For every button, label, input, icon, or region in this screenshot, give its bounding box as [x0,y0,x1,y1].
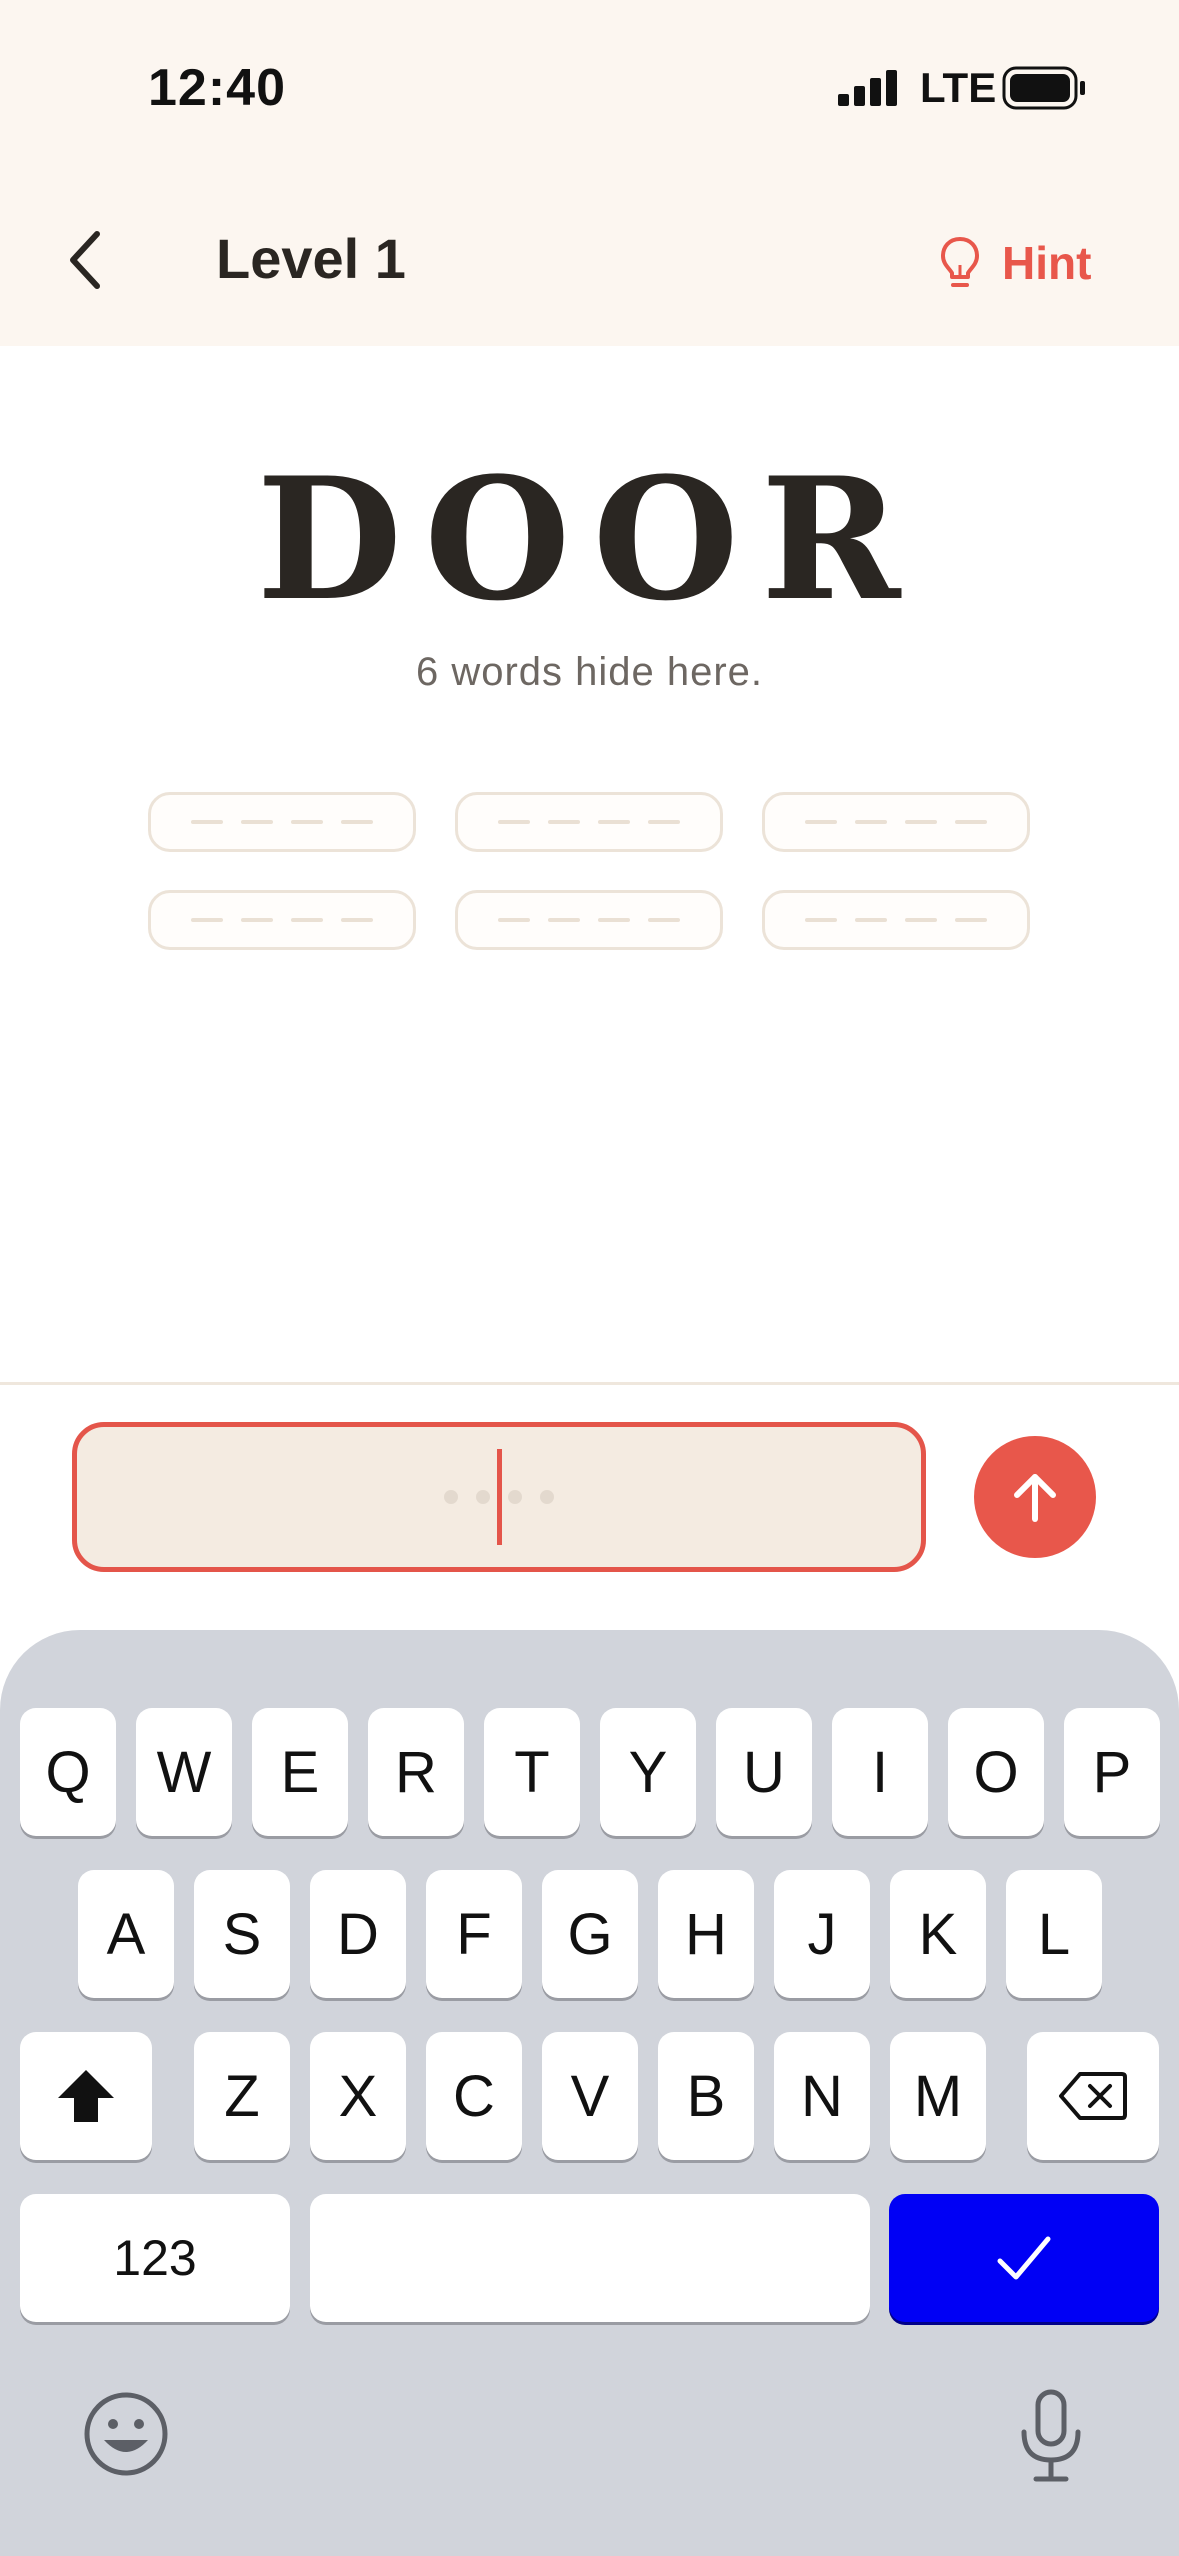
letter-placeholder [905,918,937,922]
letter-placeholder [291,918,323,922]
text-caret [497,1449,502,1545]
submit-button[interactable] [974,1436,1096,1558]
key-y[interactable]: Y [600,1708,696,1836]
key-w[interactable]: W [136,1708,232,1836]
numbers-key[interactable]: 123 [20,2194,290,2322]
key-z[interactable]: Z [194,2032,290,2160]
space-key[interactable] [310,2194,870,2322]
hint-label: Hint [1002,237,1092,289]
answer-slot [148,792,416,852]
key-l[interactable]: L [1006,1870,1102,1998]
key-s[interactable]: S [194,1870,290,1998]
key-v[interactable]: V [542,2032,638,2160]
key-p[interactable]: P [1064,1708,1160,1836]
letter-placeholder [498,918,530,922]
letter-placeholder [648,820,680,824]
letter-placeholder [648,918,680,922]
key-r[interactable]: R [368,1708,464,1836]
key-u[interactable]: U [716,1708,812,1836]
placeholder-dot [540,1490,554,1504]
hint-button[interactable]: Hint [940,228,1091,298]
key-a[interactable]: A [78,1870,174,1998]
placeholder-dot [508,1490,522,1504]
answer-slot [762,890,1030,950]
letter-placeholder [955,918,987,922]
key-f[interactable]: F [426,1870,522,1998]
letter-placeholder [341,918,373,922]
answer-slot [455,792,723,852]
letter-placeholder [598,820,630,824]
letter-placeholder [241,820,273,824]
letter-placeholder [855,820,887,824]
divider [0,1382,1179,1385]
letter-placeholder [191,820,223,824]
letter-placeholder [498,820,530,824]
key-m[interactable]: M [890,2032,986,2160]
answer-slot [762,792,1030,852]
letter-placeholder [855,918,887,922]
key-c[interactable]: C [426,2032,522,2160]
done-key[interactable] [889,2194,1159,2322]
letter-placeholder [598,918,630,922]
letter-placeholder [191,918,223,922]
shift-icon [58,2070,114,2122]
letter-placeholder [241,918,273,922]
key-d[interactable]: D [310,1870,406,1998]
key-o[interactable]: O [948,1708,1044,1836]
letter-placeholder [805,820,837,824]
key-b[interactable]: B [658,2032,754,2160]
key-g[interactable]: G [542,1870,638,1998]
backspace-icon [1059,2072,1127,2120]
key-t[interactable]: T [484,1708,580,1836]
status-time: 12:40 [148,59,286,117]
letter-placeholder [905,820,937,824]
key-i[interactable]: I [832,1708,928,1836]
arrow-up-icon [1014,1474,1056,1522]
microphone-icon[interactable] [1014,2388,1088,2484]
battery-icon [1002,66,1085,110]
answer-slots [148,792,1030,950]
key-e[interactable]: E [252,1708,348,1836]
page-title: Level 1 [216,227,406,290]
key-h[interactable]: H [658,1870,754,1998]
letter-placeholder [805,918,837,922]
answer-slot [455,890,723,950]
letter-placeholder [291,820,323,824]
placeholder-dot [444,1490,458,1504]
placeholder-dot [476,1490,490,1504]
letter-placeholder [955,820,987,824]
answer-slot [148,890,416,950]
letter-placeholder [548,918,580,922]
key-x[interactable]: X [310,2032,406,2160]
keyboard: 123 QWERTYUIOP ASDFGHJKL ZXCVBNM [0,1630,1179,2556]
puzzle-subtitle: 6 words hide here. [415,650,764,694]
key-k[interactable]: K [890,1870,986,1998]
key-q[interactable]: Q [20,1708,116,1836]
key-j[interactable]: J [774,1870,870,1998]
shift-key[interactable] [20,2032,152,2160]
delete-key[interactable] [1027,2032,1159,2160]
checkmark-icon [997,2236,1051,2280]
back-button[interactable] [50,220,120,300]
emoji-icon[interactable] [82,2390,170,2478]
chevron-left-icon [70,231,100,289]
network-label: LTE [920,64,997,111]
letter-placeholder [341,820,373,824]
lightbulb-icon [941,237,979,287]
header-bar: 12:40 LTE Level 1 Hint [0,0,1179,346]
signal-bars-icon [838,70,897,106]
puzzle-word: DOOR [256,440,923,638]
letter-placeholder [548,820,580,824]
guess-input[interactable] [72,1422,926,1572]
key-n[interactable]: N [774,2032,870,2160]
